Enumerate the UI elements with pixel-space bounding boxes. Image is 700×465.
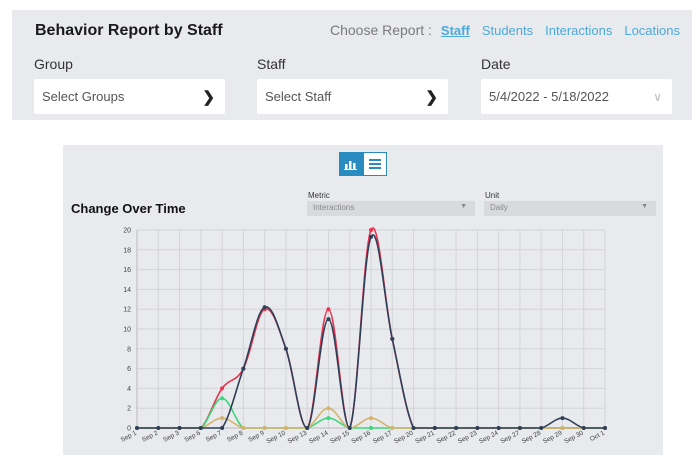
report-tab-locations[interactable]: Locations xyxy=(624,23,680,38)
data-point xyxy=(432,426,437,430)
data-point xyxy=(262,426,267,430)
data-point xyxy=(135,426,139,430)
x-tick-label: Sep 29 xyxy=(542,429,564,445)
x-tick-label: Sep 3 xyxy=(162,429,181,443)
data-point xyxy=(326,317,331,322)
y-tick-label: 4 xyxy=(127,386,131,393)
data-point xyxy=(326,406,331,411)
data-point xyxy=(177,426,182,430)
line-chart: 02468101214161820Sep 1 Sep 2 Sep 3 Sep 6 Sep… xyxy=(120,227,607,445)
data-point xyxy=(411,426,416,430)
staff-select[interactable]: Select Staff ❯ xyxy=(257,79,448,114)
x-tick-label: Sep 6 xyxy=(183,429,202,443)
date-range-value: 5/4/2022 - 5/18/2022 xyxy=(489,89,609,104)
data-point xyxy=(326,307,331,312)
data-point xyxy=(390,426,395,430)
data-point xyxy=(496,426,501,430)
group-select[interactable]: Select Groups ❯ xyxy=(34,79,225,114)
data-point xyxy=(198,426,203,430)
report-tab-students[interactable]: Students xyxy=(482,23,533,38)
staff-select-value: Select Staff xyxy=(265,89,332,104)
x-tick-label: Sep 9 xyxy=(247,429,266,443)
data-point xyxy=(517,426,522,430)
group-select-value: Select Groups xyxy=(42,89,125,104)
y-tick-label: 2 xyxy=(127,406,131,413)
y-tick-label: 6 xyxy=(127,366,131,373)
data-point xyxy=(369,228,373,232)
x-tick-label: Sep 17 xyxy=(372,429,394,445)
data-point xyxy=(220,396,225,401)
data-point xyxy=(539,426,544,430)
x-tick-label: Sep 10 xyxy=(265,429,287,445)
x-tick-label: Sep 2 xyxy=(141,429,160,443)
y-tick-label: 20 xyxy=(123,228,131,235)
x-tick-label: Sep 22 xyxy=(436,429,458,445)
y-tick-label: 10 xyxy=(123,327,131,334)
data-point xyxy=(283,346,288,351)
data-point xyxy=(283,426,288,430)
report-tab-staff[interactable]: Staff xyxy=(441,23,470,38)
x-tick-label: Sep 7 xyxy=(205,429,224,443)
group-label: Group xyxy=(34,56,73,72)
x-tick-label: Sep 27 xyxy=(499,429,521,445)
data-point xyxy=(369,234,373,239)
data-point xyxy=(156,426,161,430)
data-point xyxy=(369,426,373,430)
x-tick-label: Sep 13 xyxy=(287,429,309,445)
data-point xyxy=(390,336,395,341)
page-title: Behavior Report by Staff xyxy=(35,22,223,39)
data-point xyxy=(220,386,225,391)
filter-panel: Behavior Report by Staff Choose Report :… xyxy=(12,10,692,120)
chart-panel: Change Over Time Metric Interactions ▼ U… xyxy=(63,145,663,455)
data-point xyxy=(241,426,246,430)
y-tick-label: 12 xyxy=(123,307,131,314)
data-point xyxy=(369,416,373,421)
date-range-picker[interactable]: 5/4/2022 - 5/18/2022 ∨ xyxy=(481,79,672,114)
data-point xyxy=(220,416,225,421)
x-tick-label: Sep 21 xyxy=(414,429,436,445)
chevron-down-icon: ∨ xyxy=(653,90,662,104)
chevron-right-icon: ❯ xyxy=(425,89,438,106)
data-point xyxy=(241,366,246,371)
data-point xyxy=(581,426,586,430)
data-point xyxy=(326,416,331,421)
data-point xyxy=(262,305,267,310)
data-point xyxy=(347,426,352,430)
data-point xyxy=(220,426,225,430)
data-point xyxy=(560,426,565,430)
x-tick-label: Sep 28 xyxy=(521,429,543,445)
data-point xyxy=(305,426,310,430)
x-tick-label: Sep 14 xyxy=(308,429,330,445)
data-point xyxy=(603,426,607,430)
x-tick-label: Sep 15 xyxy=(329,429,351,445)
data-point xyxy=(560,416,565,421)
staff-label: Staff xyxy=(257,56,286,72)
date-label: Date xyxy=(481,56,511,72)
chevron-right-icon: ❯ xyxy=(202,89,215,106)
x-tick-label: Oct 1 xyxy=(589,429,606,443)
y-tick-label: 8 xyxy=(127,346,131,353)
x-tick-label: Sep 1 xyxy=(120,429,139,443)
x-tick-label: Sep 23 xyxy=(457,429,479,445)
x-tick-label: Sep 20 xyxy=(393,429,415,445)
x-tick-label: Sep 16 xyxy=(350,429,372,445)
data-point xyxy=(475,426,480,430)
x-tick-label: Sep 30 xyxy=(563,429,585,445)
y-tick-label: 14 xyxy=(123,287,131,294)
x-tick-label: Sep 8 xyxy=(226,429,245,443)
x-tick-label: Sep 24 xyxy=(478,429,500,445)
choose-report-label: Choose Report : xyxy=(329,22,432,38)
y-tick-label: 18 xyxy=(123,247,131,254)
y-tick-label: 16 xyxy=(123,267,131,274)
report-tab-interactions[interactable]: Interactions xyxy=(545,23,612,38)
data-point xyxy=(454,426,459,430)
report-nav: Choose Report : Staff Students Interacti… xyxy=(330,22,680,38)
